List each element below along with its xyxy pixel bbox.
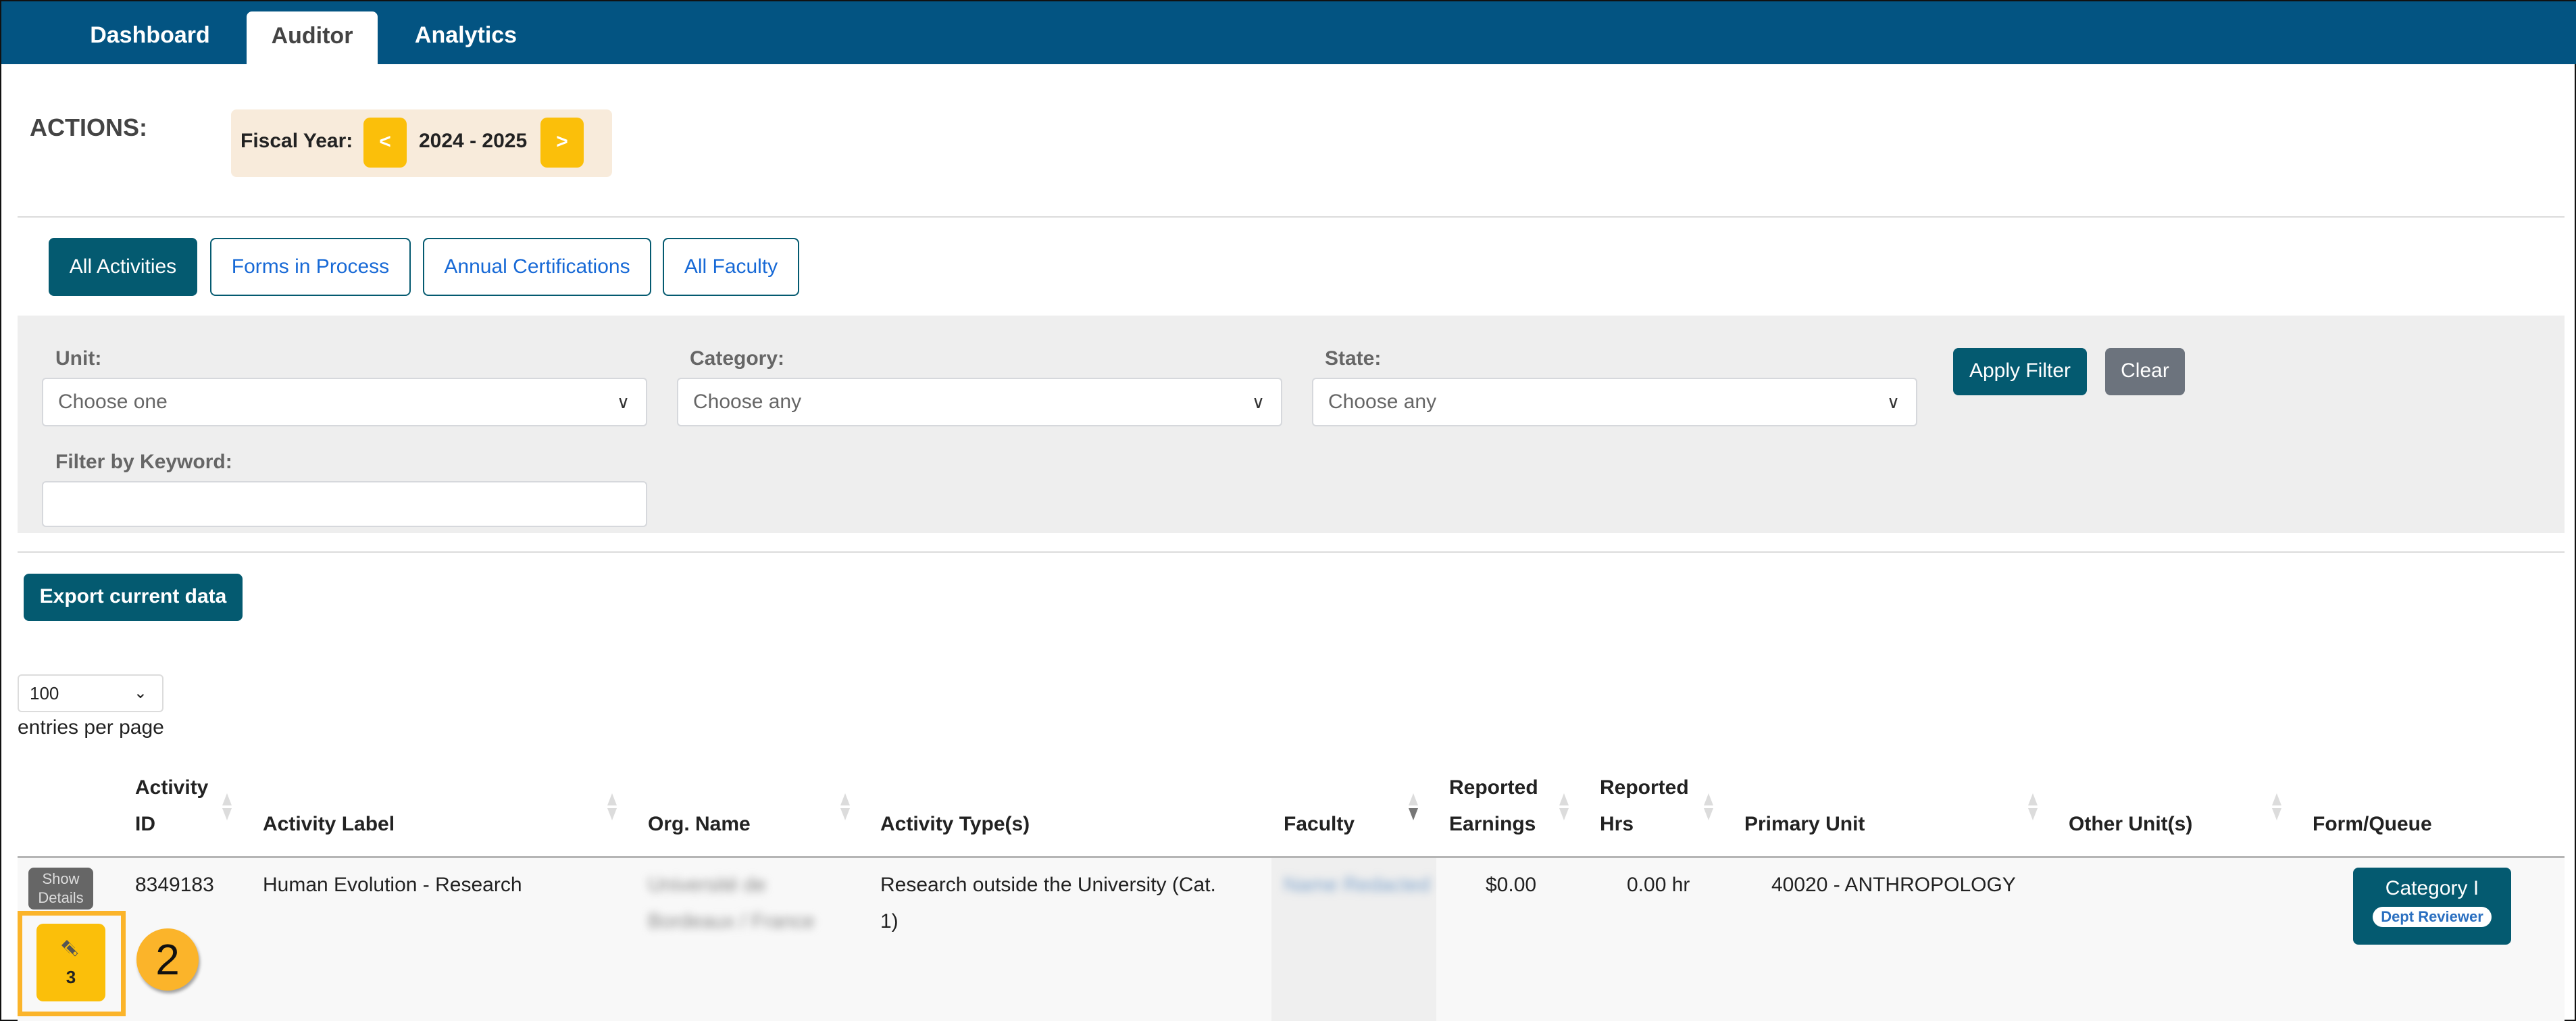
column-header-activity-types[interactable]: Activity Type(s) <box>880 806 1030 843</box>
view-tab-all-activities[interactable]: All Activities <box>49 238 197 296</box>
column-header-line2: Earnings <box>1449 813 1536 835</box>
state-select-value: Choose any <box>1328 391 1437 413</box>
entries-per-page-label: entries per page <box>18 716 164 739</box>
sort-icon[interactable] <box>2028 793 2038 820</box>
nav-tab-dashboard[interactable]: Dashboard <box>76 1 224 64</box>
nav-tab-auditor[interactable]: Auditor <box>247 11 378 64</box>
column-header-reported-hrs[interactable]: Reported Hrs <box>1600 770 1689 843</box>
sort-icon[interactable] <box>1559 793 1569 820</box>
tags-button[interactable]: 3 <box>36 924 105 1001</box>
fiscal-year-prev-button[interactable]: < <box>363 118 407 168</box>
state-label: State: <box>1325 347 1382 370</box>
sort-desc-icon[interactable] <box>1409 793 1418 820</box>
chevron-down-icon: ∨ <box>1886 392 1900 412</box>
actions-label: ACTIONS: <box>30 114 147 141</box>
column-header-other-units[interactable]: Other Unit(s) <box>2069 806 2192 843</box>
unit-select-value: Choose one <box>58 391 168 413</box>
column-header-line2: Hrs <box>1600 813 1634 835</box>
show-details-button[interactable]: Show Details <box>28 868 93 910</box>
fiscal-year-selector: Fiscal Year: < 2024 - 2025 > <box>231 109 612 177</box>
annotation-step-badge: 2 <box>136 928 199 991</box>
cell-primary-unit: 40020 - ANTHROPOLOGY <box>1771 874 2016 896</box>
fiscal-year-label: Fiscal Year: <box>241 130 353 152</box>
column-header-activity-id[interactable]: Activity ID <box>135 770 208 843</box>
tags-icon <box>61 940 80 959</box>
category-label: Category: <box>690 347 785 370</box>
cell-activity-label: Human Evolution - Research <box>263 874 522 896</box>
org-name-line1: Université de <box>648 874 767 896</box>
column-header-line1: Reported <box>1600 776 1689 799</box>
category-select-value: Choose any <box>693 391 802 413</box>
divider <box>18 551 2565 553</box>
unit-select[interactable]: Choose one ∨ <box>42 378 647 426</box>
chevron-left-icon: < <box>379 130 391 153</box>
chevron-down-icon: ∨ <box>616 392 630 412</box>
view-tab-annual-certifications[interactable]: Annual Certifications <box>423 238 651 296</box>
keyword-input[interactable] <box>42 481 647 527</box>
cell-reported-hrs: 0.00 hr <box>1627 874 1690 896</box>
divider <box>18 216 2565 218</box>
cell-reported-earnings: $0.00 <box>1486 874 1537 896</box>
activity-type-line2: 1) <box>880 910 899 932</box>
nav-tab-analytics[interactable]: Analytics <box>400 1 532 64</box>
column-header-form-queue[interactable]: Form/Queue <box>2313 806 2432 843</box>
cell-org-name: Université de Bordeaux / France <box>648 867 815 940</box>
cell-faculty-link[interactable]: Name Redacted <box>1284 867 1430 903</box>
form-queue-badge: Dept Reviewer <box>2373 907 2492 927</box>
unit-label: Unit: <box>55 347 102 370</box>
fiscal-year-next-button[interactable]: > <box>540 118 584 168</box>
fiscal-year-value: 2024 - 2025 <box>419 130 528 152</box>
top-nav: Dashboard Auditor Analytics <box>1 1 2576 64</box>
entries-per-page-value: 100 <box>30 683 59 703</box>
chevron-right-icon: > <box>556 130 568 153</box>
export-current-data-button[interactable]: Export current data <box>24 574 243 621</box>
sort-icon[interactable] <box>1704 793 1713 820</box>
form-queue-button[interactable]: Category I Dept Reviewer <box>2353 868 2511 945</box>
column-header-line1: Activity <box>135 776 209 799</box>
sort-icon[interactable] <box>840 793 850 820</box>
apply-filter-button[interactable]: Apply Filter <box>1953 348 2087 395</box>
column-header-line1: Reported <box>1449 776 1538 799</box>
category-select[interactable]: Choose any ∨ <box>677 378 1282 426</box>
sort-icon[interactable] <box>2272 793 2281 820</box>
column-header-org-name[interactable]: Org. Name <box>648 806 751 843</box>
sort-icon[interactable] <box>222 793 232 820</box>
column-header-reported-earnings[interactable]: Reported Earnings <box>1449 770 1538 843</box>
column-header-faculty[interactable]: Faculty <box>1284 806 1355 843</box>
view-tab-all-faculty[interactable]: All Faculty <box>663 238 799 296</box>
entries-per-page-select[interactable]: 100 ⌄ <box>18 674 163 712</box>
form-queue-category: Category I <box>2385 877 2479 899</box>
cell-activity-id: 8349183 <box>135 874 214 896</box>
tags-count: 3 <box>66 967 76 987</box>
chevron-down-icon: ⌄ <box>133 684 147 702</box>
org-name-line2: Bordeaux / France <box>648 910 815 932</box>
activity-type-line1: Research outside the University (Cat. <box>880 874 1216 896</box>
cell-activity-types: Research outside the University (Cat. 1) <box>880 867 1216 940</box>
clear-filter-button[interactable]: Clear <box>2105 348 2185 395</box>
state-select[interactable]: Choose any ∨ <box>1312 378 1917 426</box>
sort-icon[interactable] <box>607 793 617 820</box>
column-header-line2: ID <box>135 813 155 835</box>
chevron-down-icon: ∨ <box>1251 392 1265 412</box>
column-header-primary-unit[interactable]: Primary Unit <box>1744 806 1865 843</box>
keyword-label: Filter by Keyword: <box>55 451 232 473</box>
view-tab-forms-in-process[interactable]: Forms in Process <box>210 238 411 296</box>
column-header-activity-label[interactable]: Activity Label <box>263 806 395 843</box>
